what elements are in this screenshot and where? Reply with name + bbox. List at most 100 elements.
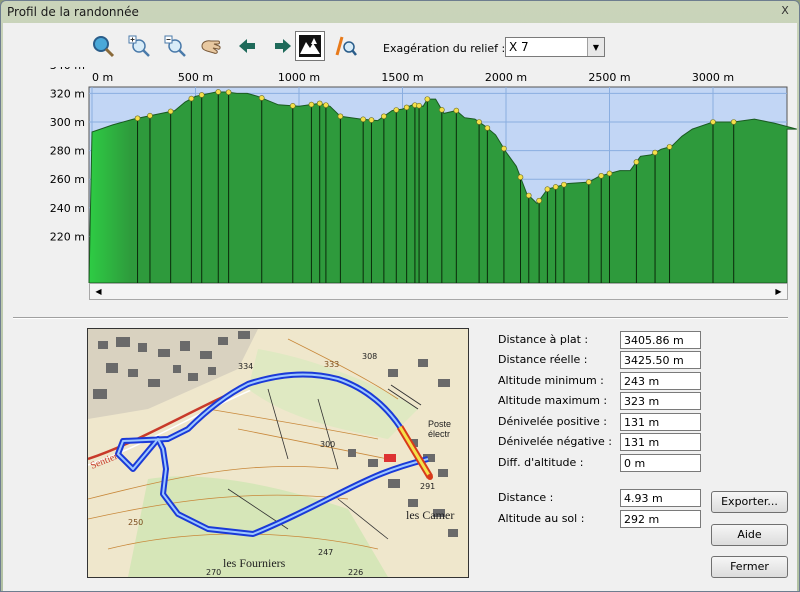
map-label-270: 270 (206, 568, 221, 577)
terrain-toggle-button[interactable] (295, 31, 325, 61)
waypoint-dot (167, 108, 174, 115)
stat-value-altitude-diff: 0 m (620, 454, 701, 472)
zoom-in-button[interactable] (124, 31, 154, 61)
scroll-left-icon[interactable]: ◀ (91, 284, 106, 299)
waypoint-dot (381, 113, 387, 120)
waypoint-dot (525, 192, 532, 199)
stat-label-flat-distance: Distance à plat : (498, 333, 589, 346)
map-label-291: 291 (420, 482, 435, 491)
scroll-right-icon[interactable]: ▶ (771, 284, 786, 299)
profile-window: Profil de la randonnée X Exagération du … (0, 0, 800, 592)
zoom-out-button[interactable] (160, 31, 190, 61)
separator (13, 317, 788, 319)
waypoint-dot (536, 197, 542, 204)
close-button[interactable]: Fermer (711, 556, 788, 578)
stat-value-negative-gain: 131 m (620, 433, 701, 451)
y-tick-label: 280 m (50, 145, 85, 158)
stat-label-max-altitude: Altitude maximum : (498, 394, 608, 407)
stat-label-positive-gain: Dénivelée positive : (498, 415, 607, 428)
topo-map[interactable]: les Fourniers les Camer Poste électr Sen… (87, 328, 469, 578)
y-tick-label: 320 m (50, 87, 85, 100)
x-tick-label: 2000 m (485, 71, 527, 84)
stat-label-negative-gain: Dénivelée négative : (498, 435, 612, 448)
map-label-334: 334 (238, 362, 253, 371)
x-tick-label: 3000 m (692, 71, 734, 84)
waypoint-dot (289, 103, 296, 109)
export-button[interactable]: Exporter... (711, 491, 788, 513)
waypoint-dot (633, 159, 640, 165)
map-label-247: 247 (318, 548, 333, 557)
waypoint-dot (360, 116, 366, 123)
zoom-search-button[interactable] (88, 31, 118, 61)
waypoint-dot (666, 144, 673, 150)
waypoint-dot (710, 119, 716, 125)
waypoint-dot (453, 107, 460, 114)
map-label-poste: Poste (428, 419, 451, 429)
waypoint-dot (598, 172, 605, 179)
waypoint-dot (585, 179, 592, 185)
map-label-electr: électr (428, 429, 450, 439)
route-search-icon (335, 36, 357, 56)
next-button[interactable] (268, 31, 298, 61)
cursor-label-ground-altitude: Altitude au sol : (498, 512, 585, 525)
window-title: Profil de la randonnée (7, 5, 139, 19)
cursor-value-ground-altitude: 292 m (620, 510, 701, 528)
waypoint-dot (215, 89, 222, 95)
client-area: Exagération du relief : X 7 ▼ 0 m 500 m 10… (3, 23, 797, 591)
waypoint-dot (730, 119, 737, 125)
waypoint-dot (544, 186, 551, 193)
pan-hand-icon (201, 40, 221, 54)
waypoint-dot (484, 125, 491, 131)
map-label-333: 333 (324, 360, 339, 369)
waypoint-dot (134, 115, 141, 122)
stat-value-max-altitude: 323 m (620, 392, 701, 410)
y-tick-label: 340 m (50, 67, 85, 72)
waypoint-dot (403, 104, 410, 111)
exaggeration-select[interactable]: X 7 ▼ (505, 37, 605, 57)
help-button[interactable]: Aide (711, 524, 788, 546)
map-label-300: 300 (320, 440, 335, 449)
exaggeration-value: X 7 (509, 40, 529, 54)
cursor-value-distance: 4.93 m (620, 489, 701, 507)
close-window-button[interactable]: X (777, 4, 793, 18)
map-label-cameran: les Camer (406, 508, 454, 522)
map-label-308: 308 (362, 352, 377, 361)
x-tick-label: 1500 m (381, 71, 423, 84)
waypoint-dot (416, 102, 422, 109)
x-tick-label: 1000 m (278, 71, 320, 84)
stat-label-altitude-diff: Diff. d'altitude : (498, 456, 584, 469)
previous-button[interactable] (232, 31, 262, 61)
waypoint-dot (552, 184, 559, 190)
waypoint-dot (308, 101, 315, 108)
zoom-out-icon (164, 35, 186, 57)
exaggeration-label: Exagération du relief : (383, 42, 506, 55)
waypoint-dot (198, 92, 205, 98)
map-label-250: 250 (128, 518, 143, 527)
x-tick-label: 500 m (178, 71, 213, 84)
stat-value-min-altitude: 243 m (620, 372, 701, 390)
waypoint-dot (147, 112, 153, 119)
x-tick-label: 0 m (92, 71, 113, 84)
waypoint-dot (476, 119, 482, 125)
waypoint-dot (606, 170, 613, 177)
stat-value-real-distance: 3425.50 m (620, 351, 701, 369)
waypoint-dot (439, 107, 445, 113)
waypoint-dot (337, 113, 344, 120)
route-search-button[interactable] (331, 31, 361, 61)
chevron-down-icon[interactable]: ▼ (587, 38, 604, 56)
terrain-icon (299, 35, 321, 57)
waypoint-dot (561, 181, 567, 188)
profile-scrollbar[interactable]: ◀ ▶ (89, 283, 788, 300)
waypoint-dot (316, 100, 323, 107)
y-tick-label: 300 m (50, 116, 85, 129)
pan-button[interactable] (196, 31, 226, 61)
elevation-profile-chart[interactable]: 0 m 500 m 1000 m 1500 m 2000 m 2500 m 3000 m 34… (3, 67, 797, 283)
waypoint-dot (424, 96, 431, 102)
zoom-search-icon (93, 36, 115, 58)
y-tick-label: 260 m (50, 173, 85, 186)
stat-label-real-distance: Distance réelle : (498, 353, 588, 366)
arrow-right-icon (275, 39, 291, 53)
waypoint-dot (517, 174, 524, 180)
waypoint-dot (323, 102, 329, 108)
waypoint-dot (368, 117, 375, 123)
